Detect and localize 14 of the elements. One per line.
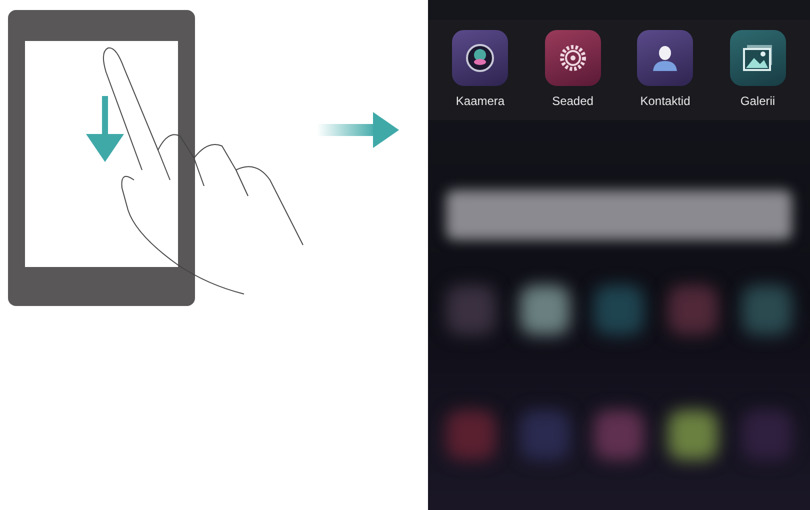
blurred-app-icon xyxy=(446,410,496,460)
app-shortcut[interactable]: Galerii xyxy=(718,30,797,110)
picture-icon xyxy=(742,43,774,73)
blurred-app-icon xyxy=(520,285,570,335)
camera-icon xyxy=(465,43,496,73)
blurred-app-icon xyxy=(668,410,718,460)
blurred-app-icon xyxy=(668,285,718,335)
app-shortcut[interactable]: Kaamera xyxy=(441,30,520,110)
blurred-app-icon xyxy=(742,285,792,335)
blurred-app-icon xyxy=(594,410,644,460)
gear-icon xyxy=(558,43,588,73)
arrow-icon xyxy=(317,110,399,150)
app-shortcut[interactable]: Seaded xyxy=(534,30,612,110)
app-shortcut[interactable]: Kontaktid xyxy=(626,30,704,110)
